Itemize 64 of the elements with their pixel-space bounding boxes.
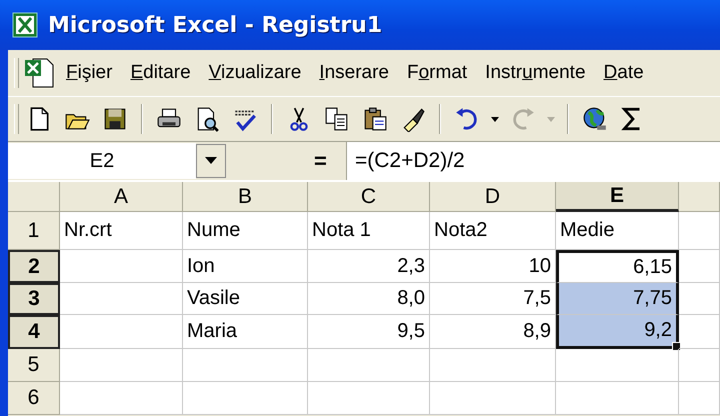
paste-icon[interactable]	[362, 106, 388, 132]
table-cell[interactable]	[679, 315, 720, 349]
table-cell[interactable]	[679, 212, 720, 250]
dropdown-button[interactable]	[196, 144, 226, 178]
table-cell[interactable]	[308, 349, 430, 382]
table-cell[interactable]	[430, 382, 556, 415]
table-cell[interactable]: Nota 1	[308, 212, 430, 250]
excel-logo-icon	[12, 12, 38, 38]
column-header[interactable]: E	[556, 182, 679, 212]
menu-item[interactable]: Format	[400, 58, 474, 88]
copy-icon[interactable]	[324, 106, 350, 132]
table-cell[interactable]	[430, 349, 556, 382]
table-cell[interactable]: Nota2	[430, 212, 556, 250]
table-cell[interactable]	[679, 283, 720, 315]
table-cell[interactable]	[556, 349, 679, 382]
fill-handle[interactable]	[672, 342, 681, 351]
table-cell[interactable]	[60, 283, 183, 315]
table-cell[interactable]	[679, 382, 720, 415]
dropdown-arrow-icon	[205, 157, 217, 165]
table-cell[interactable]: 2,3	[308, 250, 430, 283]
table-cell[interactable]: Nr.crt	[60, 212, 183, 250]
table-cell[interactable]: Maria	[183, 315, 308, 349]
globe-icon[interactable]	[582, 106, 608, 132]
menu-item[interactable]: Inserare	[312, 58, 396, 88]
table-cell[interactable]	[60, 382, 183, 415]
table-cell[interactable]	[556, 382, 679, 415]
row-header[interactable]: 2	[8, 250, 60, 283]
table-cell[interactable]: Nume	[183, 212, 308, 250]
table-cell[interactable]: 9,5	[308, 315, 430, 349]
table-cell[interactable]	[60, 315, 183, 349]
column-header[interactable]: D	[430, 182, 556, 212]
menu-item[interactable]: Instrumente	[478, 58, 593, 88]
table-cell[interactable]	[60, 349, 183, 382]
table-cell[interactable]: Ion	[183, 250, 308, 283]
menu-item[interactable]: Vizualizare	[202, 58, 308, 88]
table-cell[interactable]: 7,75	[556, 283, 679, 315]
menu-item[interactable]: Editare	[123, 58, 198, 88]
formula-field[interactable]: =(C2+D2)/2	[346, 142, 720, 180]
row-header[interactable]: 1	[8, 212, 60, 250]
save-icon[interactable]	[102, 106, 128, 132]
table-cell[interactable]: Vasile	[183, 283, 308, 315]
table-cell[interactable]: 9,2	[556, 315, 679, 349]
table-cell[interactable]	[308, 382, 430, 415]
table-cell[interactable]	[679, 250, 720, 283]
table-cell[interactable]	[183, 349, 308, 382]
menu-item[interactable]: Date	[596, 58, 651, 88]
table-cell[interactable]	[679, 349, 720, 382]
row-header[interactable]: 5	[8, 349, 60, 382]
column-header[interactable]: B	[183, 182, 308, 212]
table-cell[interactable]	[60, 250, 183, 283]
row-header[interactable]: 4	[8, 315, 60, 349]
column-header[interactable]: C	[308, 182, 430, 212]
row-header[interactable]: 3	[8, 283, 60, 315]
menu-item[interactable]: Fişier	[59, 58, 120, 88]
table-cell[interactable]	[183, 382, 308, 415]
name-box[interactable]: E2	[8, 143, 196, 179]
column-header[interactable]	[679, 182, 720, 212]
table-cell[interactable]: 6,15	[556, 250, 679, 283]
column-header[interactable]: A	[60, 182, 183, 212]
workbook-icon[interactable]	[23, 56, 55, 90]
window-title: Microsoft Excel - Registru1	[48, 12, 382, 38]
select-all-button[interactable]	[8, 182, 60, 212]
row-header[interactable]: 6	[8, 382, 60, 415]
table-cell[interactable]: 8,0	[308, 283, 430, 315]
